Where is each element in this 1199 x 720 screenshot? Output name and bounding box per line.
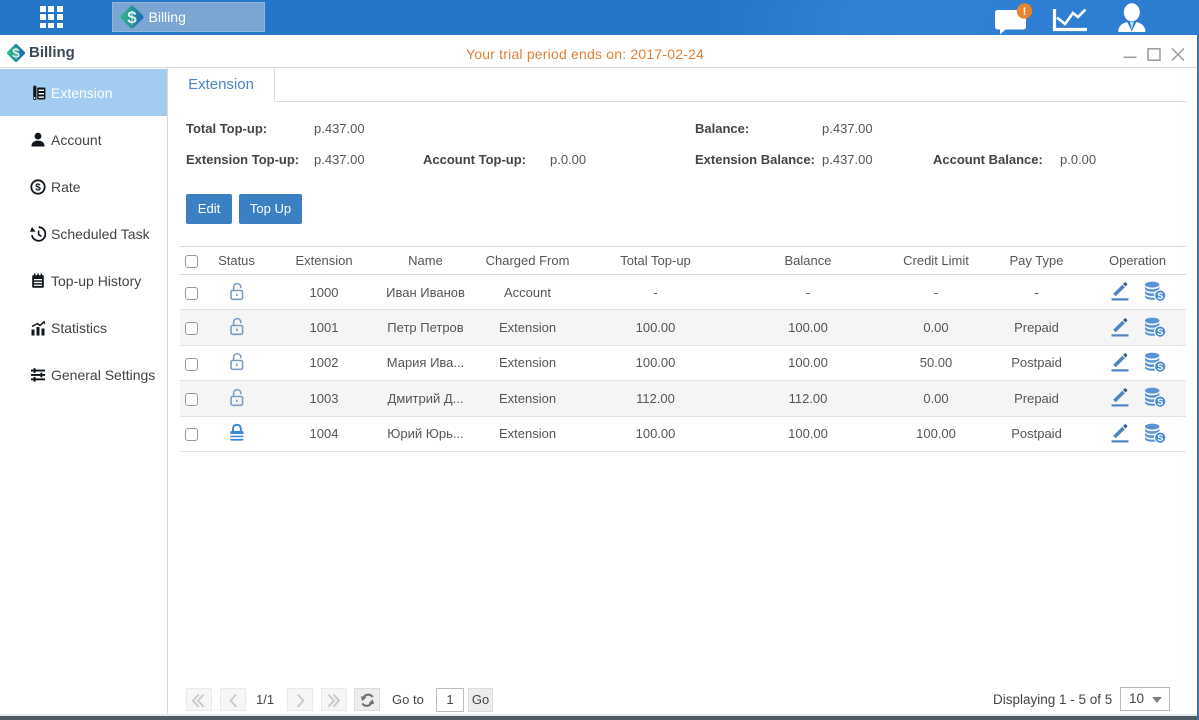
svg-text:$: $ (35, 182, 41, 193)
svg-text:$: $ (127, 8, 137, 27)
svg-text:!: ! (1023, 6, 1027, 18)
svg-text:$: $ (12, 45, 20, 60)
